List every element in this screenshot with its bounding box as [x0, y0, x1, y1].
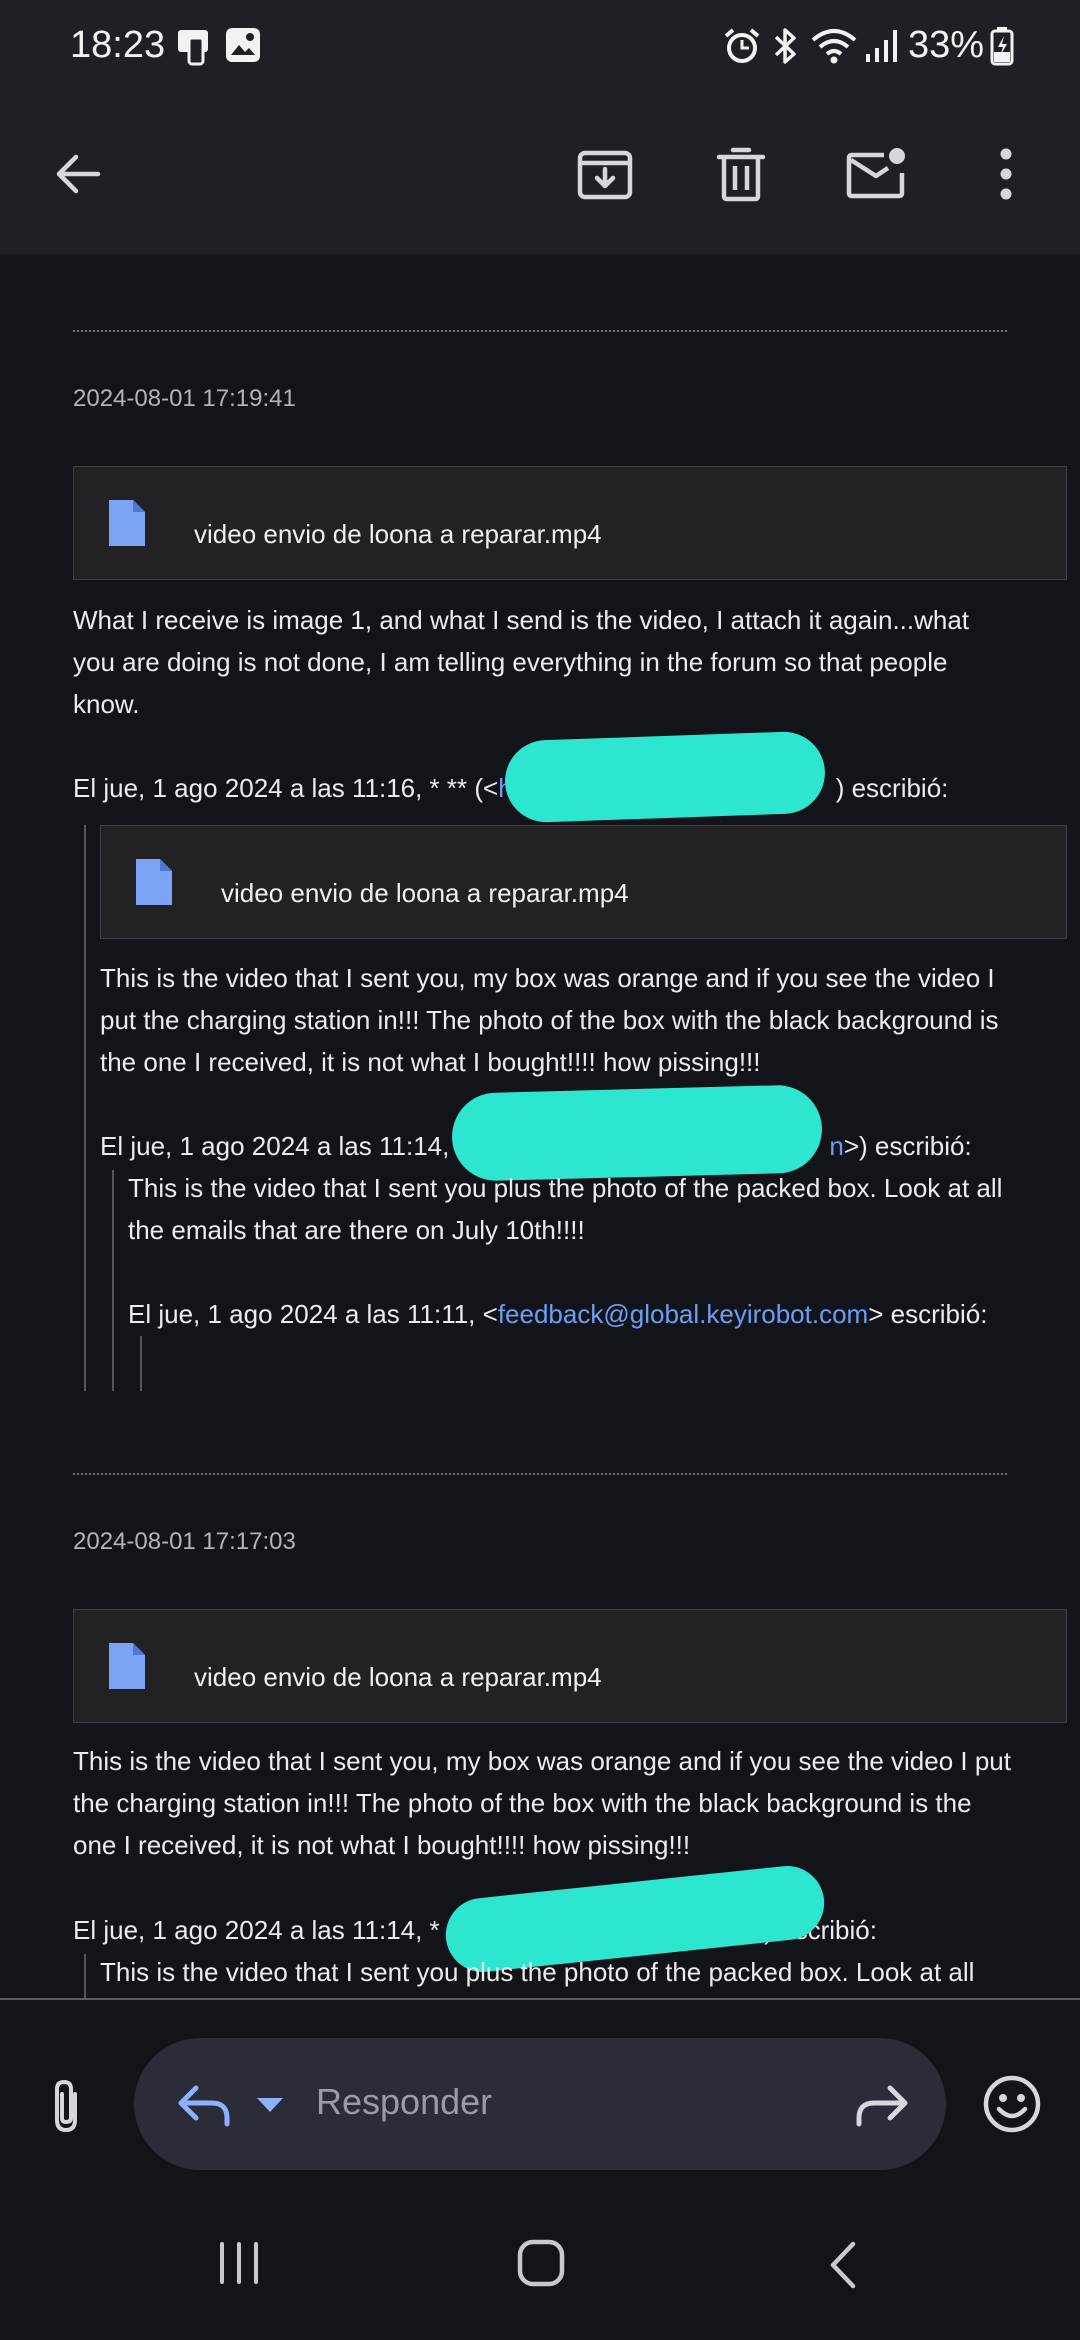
redaction-mark [503, 730, 827, 824]
forward-icon[interactable] [854, 2082, 910, 2128]
quote-header-suffix: ) escribió: [835, 773, 949, 803]
status-time: 18:23 [70, 24, 166, 66]
emoji-icon[interactable] [982, 2074, 1042, 2134]
gallery-icon [226, 28, 260, 62]
quoted-preview: This is the video that I sent you plus t… [100, 1957, 975, 1987]
battery-percentage: 33% [908, 24, 985, 66]
wifi-icon [811, 29, 857, 64]
attachment-item[interactable]: video envio de loona a reparar.mp4 [73, 1609, 1067, 1723]
quote-header-prefix: El jue, 1 ago 2024 a las 11:11, < [128, 1299, 498, 1329]
sender-email-link[interactable]: n [829, 1131, 843, 1161]
delete-icon [716, 147, 766, 202]
quote-header-suffix: > escribió: [868, 1299, 988, 1329]
back-nav-icon[interactable] [826, 2240, 860, 2290]
home-icon[interactable] [516, 2238, 566, 2288]
quote-bar [140, 1336, 142, 1391]
bluetooth-icon [774, 28, 796, 64]
quote-header: El jue, 1 ago 2024 a las 11:11, <feedbac… [128, 1293, 987, 1335]
file-icon [109, 500, 145, 546]
mark-unread-icon [846, 148, 905, 199]
more-options-button[interactable] [958, 126, 1054, 222]
navigation-bar [0, 2192, 1080, 2340]
reply-icon[interactable] [176, 2082, 232, 2128]
recent-apps-icon[interactable] [216, 2240, 262, 2286]
message-divider [73, 330, 1007, 332]
app-bar [0, 96, 1080, 254]
attachment-name: video envio de loona a reparar.mp4 [194, 1662, 602, 1692]
quoted-body: This is the video that I sent you, my bo… [100, 963, 999, 1077]
reply-input[interactable]: Responder [134, 2038, 946, 2170]
quote-header-prefix: El jue, 1 ago 2024 a las 11:14, * ** [73, 1915, 468, 1945]
email-thread: 2024-08-01 17:19:41 video envio de loona… [0, 254, 1080, 1998]
archive-button[interactable] [557, 126, 653, 222]
alarm-icon [724, 28, 760, 63]
reply-bar: Responder [0, 1998, 1080, 2192]
chevron-down-icon[interactable] [256, 2096, 284, 2114]
reply-placeholder: Responder [316, 2081, 493, 2122]
quote-header-suffix: >) escribió: [843, 1131, 972, 1161]
quote-bar [112, 1170, 114, 1391]
archive-icon [577, 150, 633, 200]
back-arrow-icon [56, 154, 101, 194]
message-date: 2024-08-01 17:19:41 [73, 385, 296, 412]
back-button[interactable] [30, 126, 126, 222]
quote-header-prefix: El jue, 1 ago 2024 a las 11:16, * ** (< [73, 773, 499, 803]
file-icon [136, 859, 172, 905]
attachment-name: video envio de loona a reparar.mp4 [221, 878, 629, 908]
message-date: 2024-08-01 17:17:03 [73, 1528, 296, 1555]
mark-unread-button[interactable] [829, 126, 925, 222]
message-body: What I receive is image 1, and what I se… [73, 605, 970, 719]
quote-header-prefix: El jue, 1 ago 2024 a las 11:14, [100, 1131, 450, 1161]
quote-bar [84, 825, 86, 1391]
sender-email-link[interactable]: feedback@global.keyirobot.com [498, 1299, 868, 1329]
quote-bar [84, 1954, 86, 1998]
more-vert-icon [1000, 148, 1012, 200]
attach-file-button[interactable] [44, 2076, 90, 2136]
phone-tablet-icon [178, 30, 208, 66]
attachment-name: video envio de loona a reparar.mp4 [194, 519, 602, 549]
file-icon [109, 1643, 145, 1689]
status-bar: 18:23 33% [0, 0, 1080, 96]
message-divider [73, 1473, 1007, 1475]
delete-button[interactable] [693, 126, 789, 222]
battery-icon [990, 27, 1014, 66]
quoted-body: This is the video that I sent you plus t… [128, 1173, 1003, 1245]
message-body: This is the video that I sent you, my bo… [73, 1746, 1011, 1860]
attachment-item[interactable]: video envio de loona a reparar.mp4 [73, 466, 1067, 580]
signal-icon [866, 30, 897, 62]
attachment-item[interactable]: video envio de loona a reparar.mp4 [100, 825, 1067, 939]
